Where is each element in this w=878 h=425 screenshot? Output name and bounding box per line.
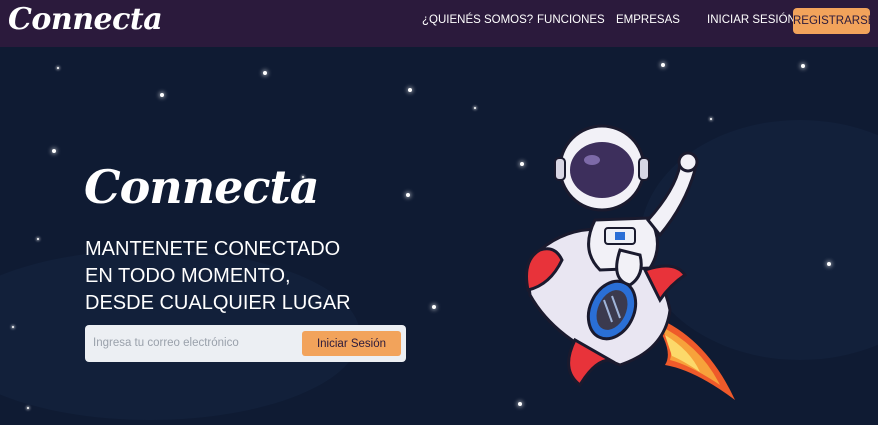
landing-page: Connecta ¿QUIENÉS SOMOS? FUNCIONES EMPRE… [0, 0, 878, 425]
star-decoration [263, 71, 267, 75]
hero-tagline: MANTENETE CONECTADO EN TODO MOMENTO, DES… [85, 236, 351, 317]
star-decoration [27, 407, 29, 409]
star-decoration [52, 149, 56, 153]
nav-link-empresas[interactable]: EMPRESAS [616, 14, 680, 26]
star-decoration [474, 107, 476, 109]
star-decoration [37, 238, 39, 240]
nav-link-funciones[interactable]: FUNCIONES [537, 14, 605, 26]
brand-logo[interactable]: Connecta [8, 2, 163, 37]
email-signup-form: Iniciar Sesión [85, 325, 406, 362]
hero-tagline-line: MANTENETE CONECTADO [85, 238, 341, 260]
nav-link-iniciar-sesion[interactable]: INICIAR SESIÓN [707, 14, 796, 26]
star-decoration [432, 305, 436, 309]
nav-link-quienes-somos[interactable]: ¿QUIENÉS SOMOS? [422, 14, 533, 26]
register-button[interactable]: REGISTRARSE [793, 8, 875, 34]
hero-tagline-line: EN TODO MOMENTO, [85, 265, 291, 287]
top-navbar: Connecta ¿QUIENÉS SOMOS? FUNCIONES EMPRE… [0, 0, 878, 47]
star-decoration [801, 64, 805, 68]
hero-title: Connecta [84, 160, 320, 214]
star-decoration [57, 67, 59, 69]
login-submit-button[interactable]: Iniciar Sesión [302, 331, 401, 356]
star-decoration [160, 93, 164, 97]
star-decoration [12, 326, 14, 328]
hero-tagline-line: DESDE CUALQUIER LUGAR [85, 292, 351, 314]
star-decoration [661, 63, 665, 67]
star-decoration [408, 88, 412, 92]
email-input[interactable] [93, 334, 293, 352]
star-decoration [827, 262, 831, 266]
astronaut-rocket-illustration [525, 124, 735, 400]
star-decoration [406, 193, 410, 197]
